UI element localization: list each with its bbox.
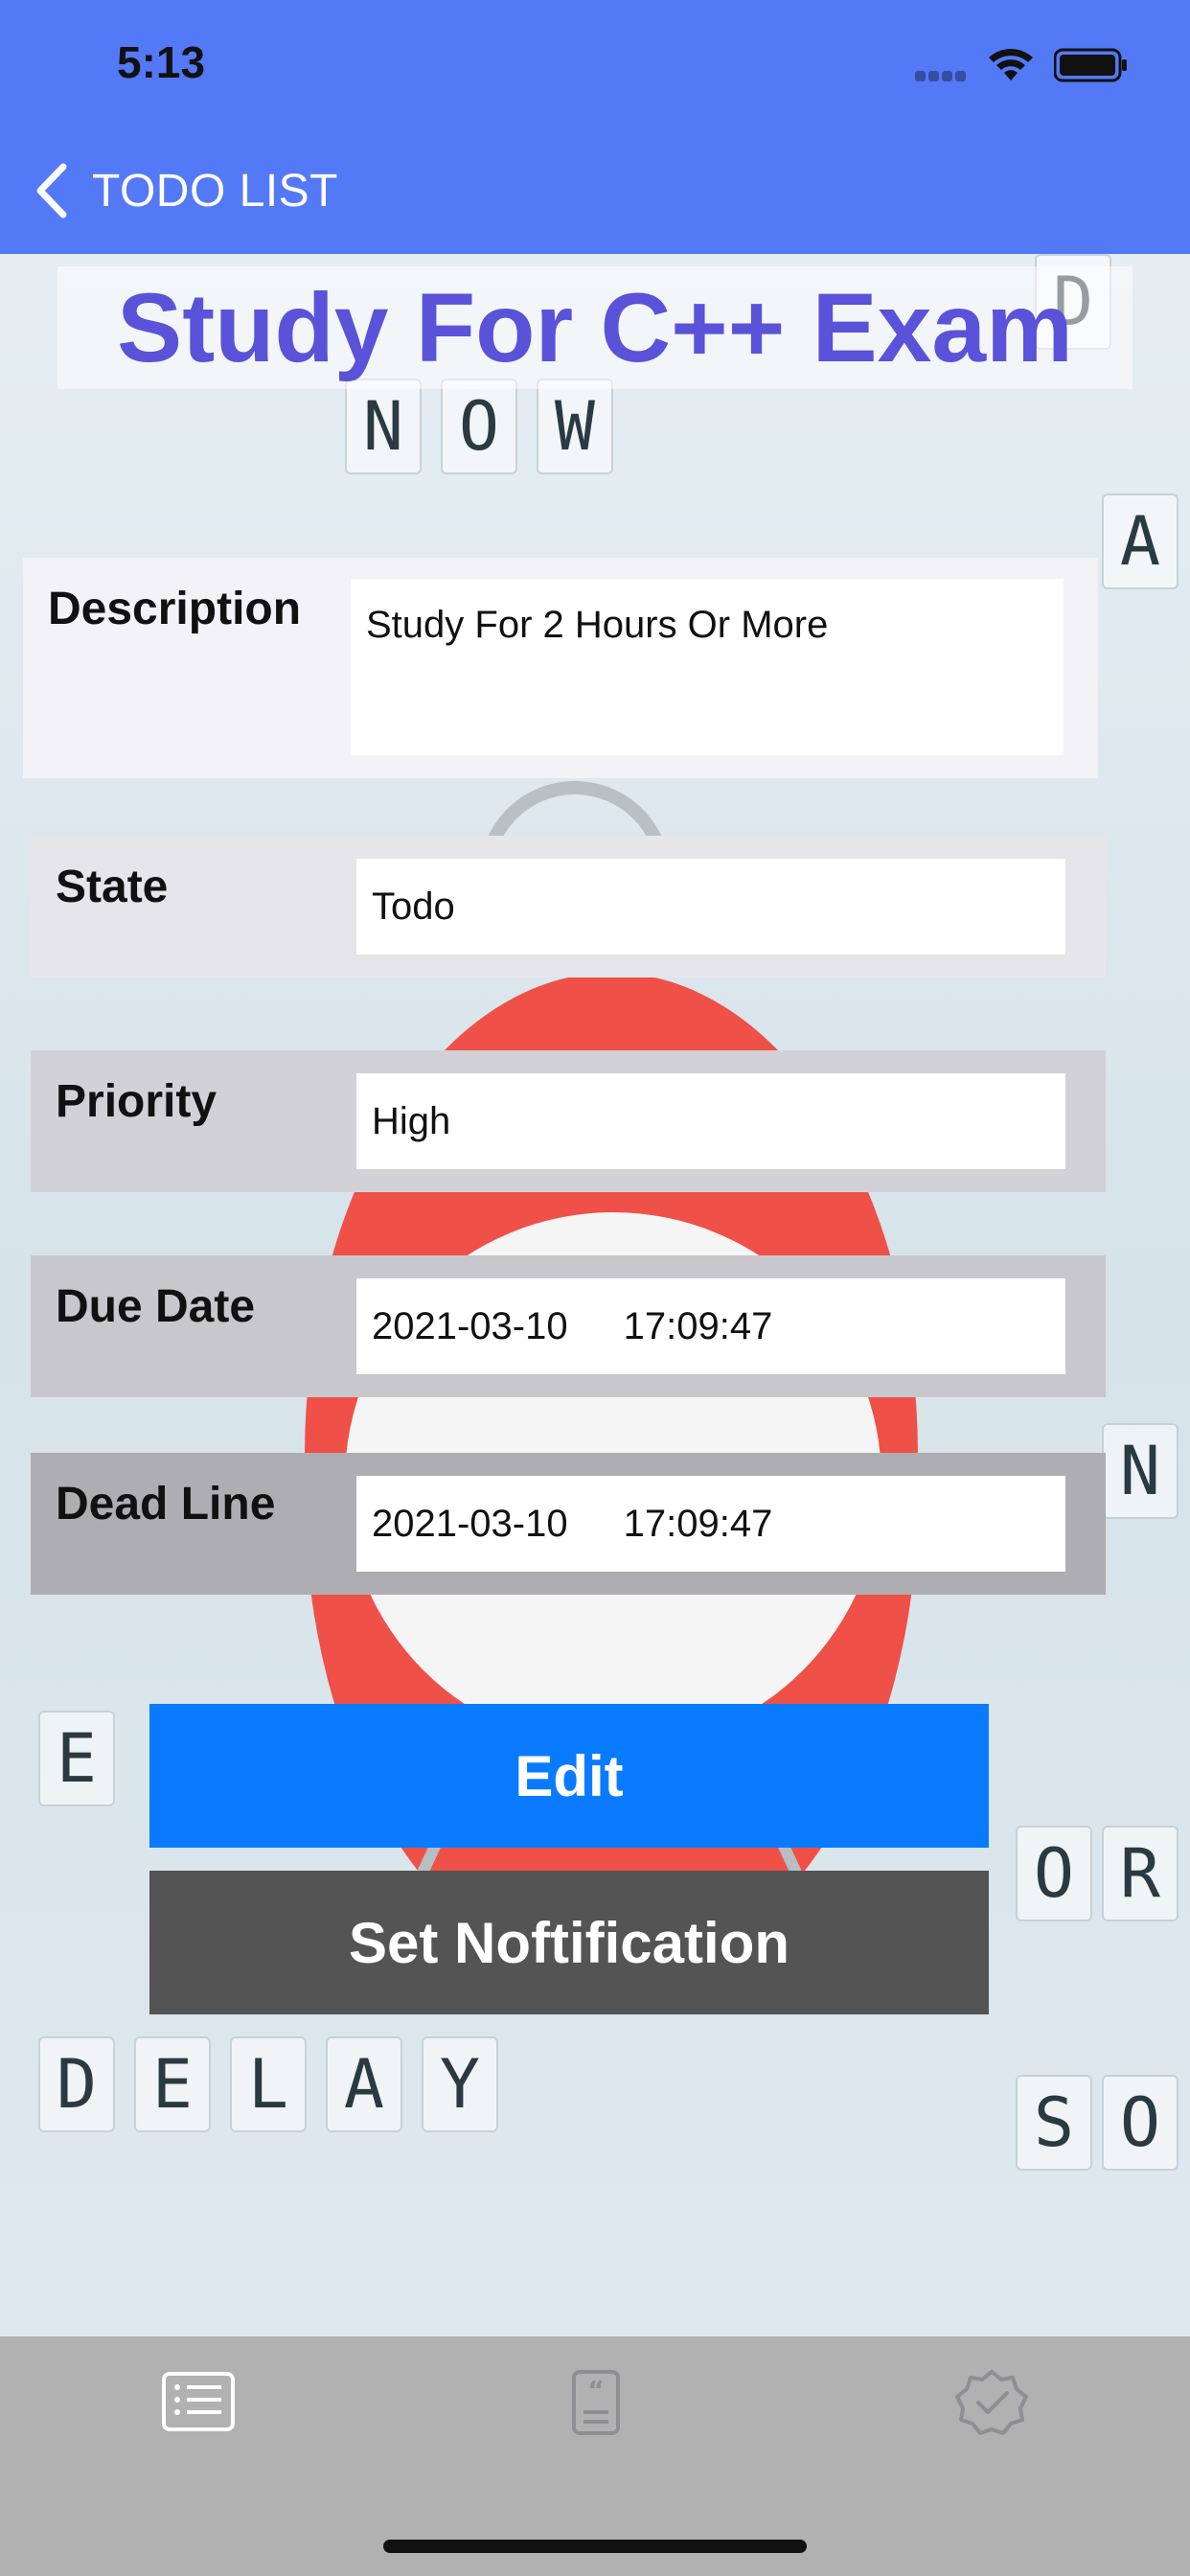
task-title-banner: Study For C++ Exam [57,266,1133,389]
wifi-icon [989,49,1033,80]
dead-line-label: Dead Line [56,1479,276,1530]
due-date-field[interactable]: 2021-03-10 17:09:47 [356,1278,1065,1374]
chevron-left-icon [36,163,67,218]
due-date-date: 2021-03-10 [372,1304,568,1347]
description-row: Description Study For 2 Hours Or More [23,558,1098,778]
edit-button[interactable]: Edit [149,1704,989,1848]
priority-field[interactable]: High [356,1073,1065,1169]
status-time: 5:13 [117,37,206,87]
battery-icon [1054,48,1127,82]
description-field[interactable]: Study For 2 Hours Or More [351,579,1064,755]
tab-quotes[interactable]: “ [552,2365,638,2442]
navigation-header: 5:13 TODO LIST [0,0,1190,254]
state-field[interactable]: Todo [356,859,1065,954]
state-label: State [56,862,169,912]
state-row: State Todo [31,836,1106,978]
due-date-row: Due Date 2021-03-10 17:09:47 [31,1255,1106,1397]
priority-label: Priority [56,1076,217,1127]
list-icon [162,2372,235,2431]
tab-todo-list[interactable] [155,2365,241,2442]
dead-line-date: 2021-03-10 [372,1502,568,1545]
dead-line-time: 17:09:47 [623,1502,773,1545]
dead-line-field[interactable]: 2021-03-10 17:09:47 [356,1476,1065,1572]
due-date-label: Due Date [56,1281,256,1332]
svg-text:“: “ [587,2377,604,2405]
checkmark-badge-icon [955,2370,1028,2435]
back-button-label: TODO LIST [92,165,338,217]
set-notification-button[interactable]: Set Noftification [149,1871,989,2014]
tab-completed[interactable] [949,2365,1035,2442]
priority-row: Priority High [31,1050,1106,1192]
dead-line-row: Dead Line 2021-03-10 17:09:47 [31,1453,1106,1595]
back-button[interactable]: TODO LIST [33,161,338,220]
quotes-icon: “ [572,2370,620,2435]
task-title: Study For C++ Exam [117,273,1073,382]
home-indicator [383,2540,807,2553]
due-date-time: 17:09:47 [623,1304,773,1347]
cellular-signal-icon [915,69,971,81]
description-label: Description [48,584,302,634]
